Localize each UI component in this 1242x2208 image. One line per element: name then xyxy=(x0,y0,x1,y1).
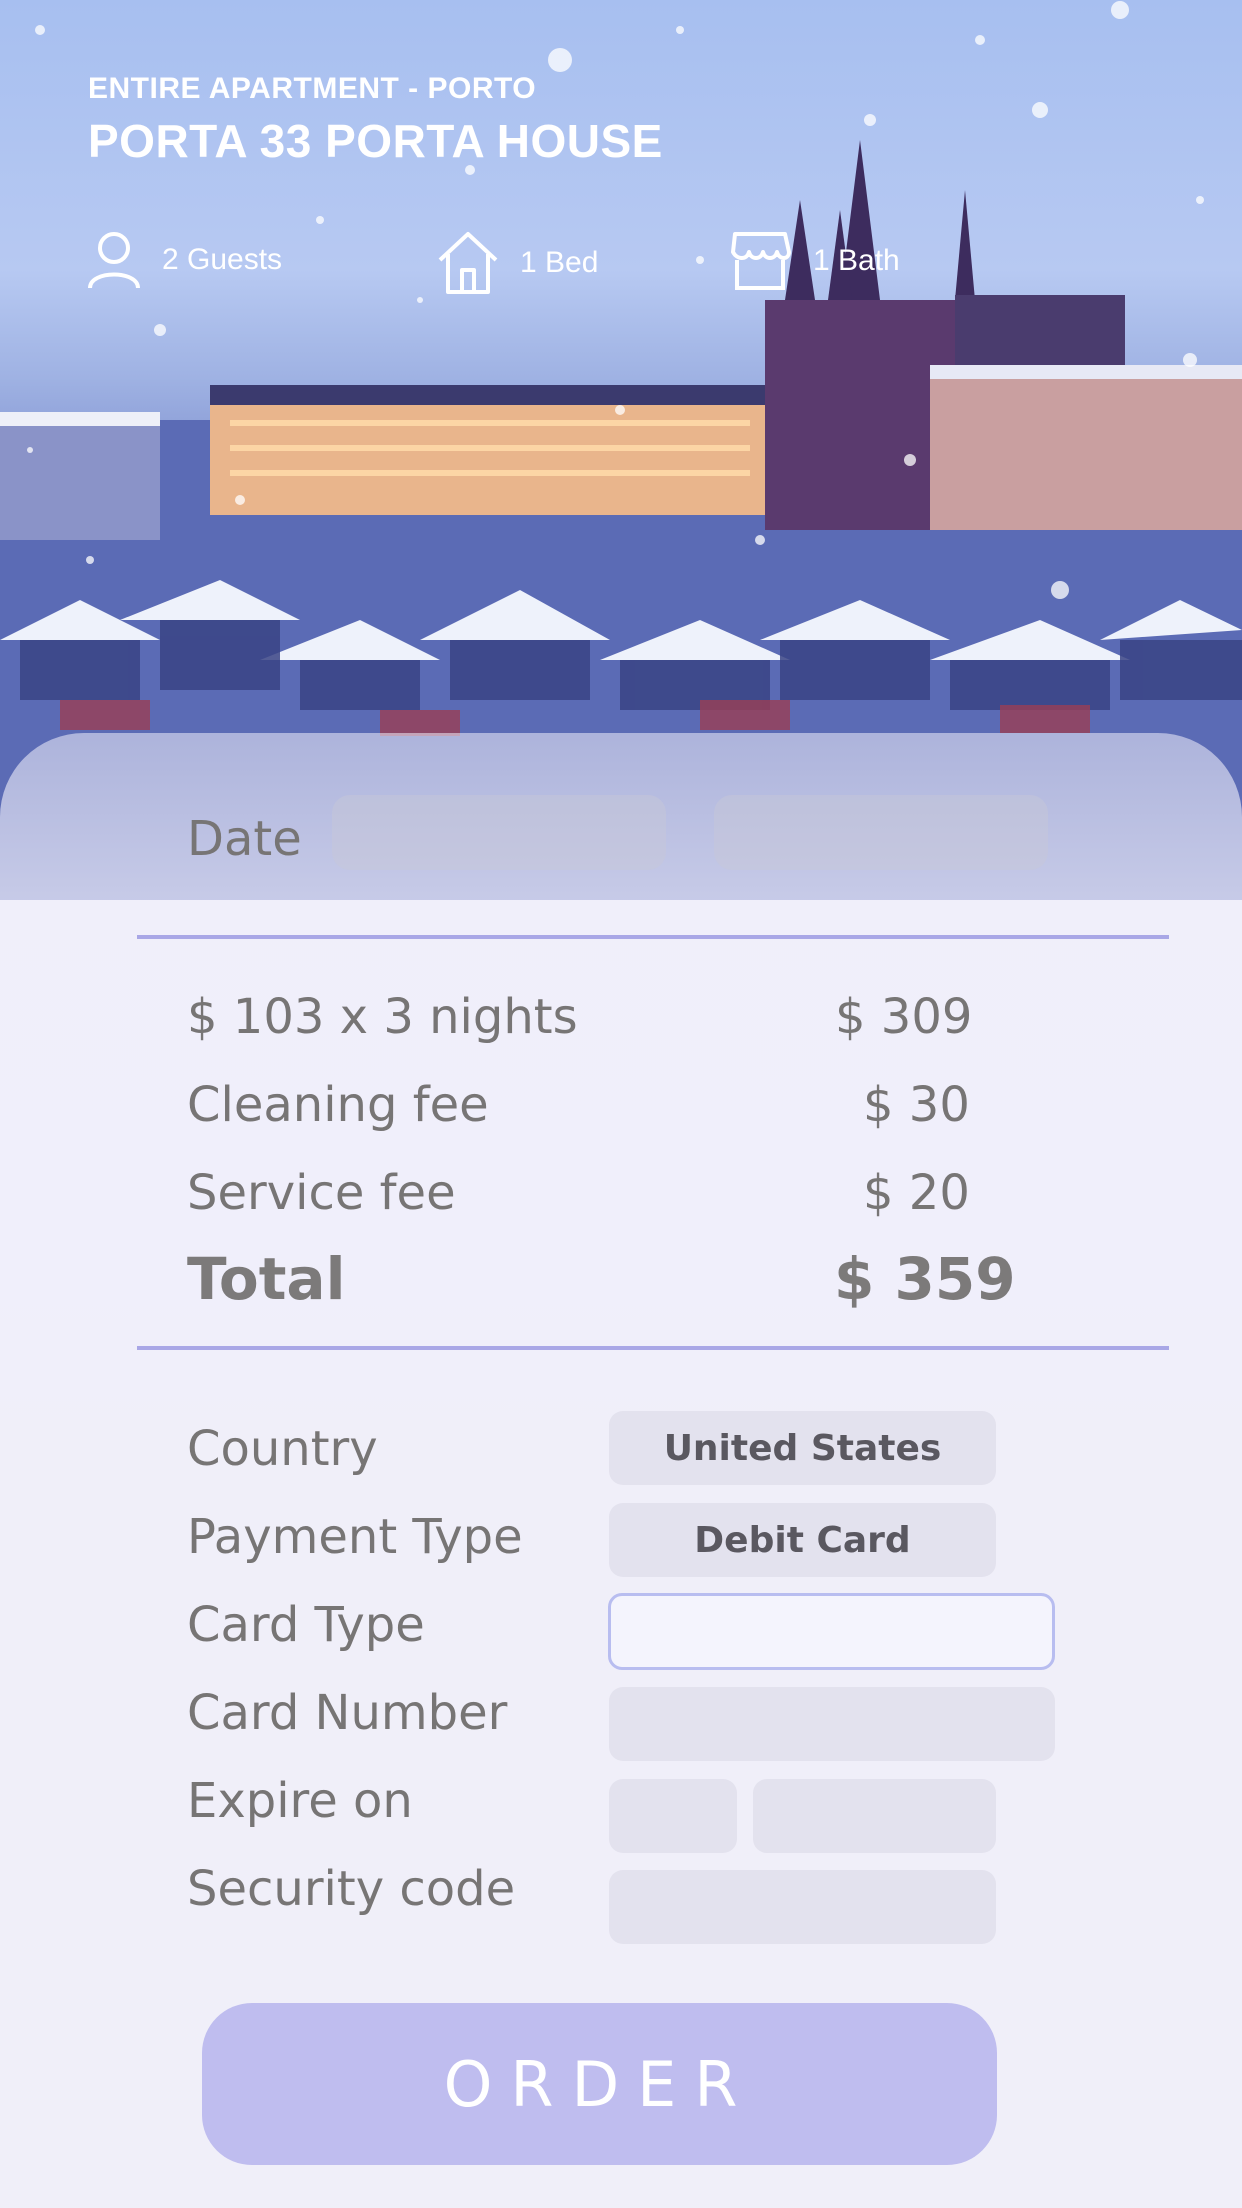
cleaning-fee-amount: $ 30 xyxy=(863,1077,970,1133)
bottom-divider xyxy=(137,1346,1169,1350)
order-button[interactable]: ORDER xyxy=(202,2003,997,2165)
amenity-bed: 1 Bed xyxy=(436,230,598,296)
nightly-rate-label: $ 103 x 3 nights xyxy=(187,989,578,1045)
listing-subtitle: ENTIRE APARTMENT - PORTO xyxy=(88,72,537,105)
expire-label: Expire on xyxy=(187,1773,413,1829)
service-fee-amount: $ 20 xyxy=(863,1165,970,1221)
amenity-guests-label: 2 Guests xyxy=(162,243,283,276)
country-select[interactable]: United States xyxy=(609,1411,996,1485)
payment-type-select[interactable]: Debit Card xyxy=(609,1503,996,1577)
check-out-date-field[interactable] xyxy=(714,795,1048,870)
store-icon xyxy=(731,232,791,290)
security-code-label: Security code xyxy=(187,1861,516,1917)
amenity-bath: 1 Bath xyxy=(727,230,900,292)
check-in-date-field[interactable] xyxy=(332,795,666,870)
amenity-guests: 2 Guests xyxy=(86,230,282,290)
person-icon xyxy=(88,232,140,289)
total-label: Total xyxy=(187,1245,346,1313)
country-label: Country xyxy=(187,1421,378,1477)
house-icon xyxy=(438,232,498,294)
cleaning-fee-label: Cleaning fee xyxy=(187,1077,489,1133)
expire-year-input[interactable] xyxy=(753,1779,996,1853)
card-type-label: Card Type xyxy=(187,1597,425,1653)
amenity-bed-label: 1 Bed xyxy=(520,246,599,279)
date-label: Date xyxy=(187,811,302,867)
security-code-input[interactable] xyxy=(609,1870,996,1944)
listing-title: PORTA 33 PORTA HOUSE xyxy=(88,115,663,167)
total-amount: $ 359 xyxy=(834,1245,1016,1313)
booking-card: Date $ 103 x 3 nights $ 309 Cleaning fee… xyxy=(0,733,1242,2208)
top-divider xyxy=(137,935,1169,939)
payment-type-label: Payment Type xyxy=(187,1509,523,1565)
nightly-rate-amount: $ 309 xyxy=(835,989,973,1045)
expire-month-input[interactable] xyxy=(609,1779,737,1853)
card-number-input[interactable] xyxy=(609,1687,1055,1761)
amenity-bath-label: 1 Bath xyxy=(813,244,900,277)
card-number-label: Card Number xyxy=(187,1685,508,1741)
service-fee-label: Service fee xyxy=(187,1165,456,1221)
card-type-input[interactable] xyxy=(608,1593,1055,1670)
